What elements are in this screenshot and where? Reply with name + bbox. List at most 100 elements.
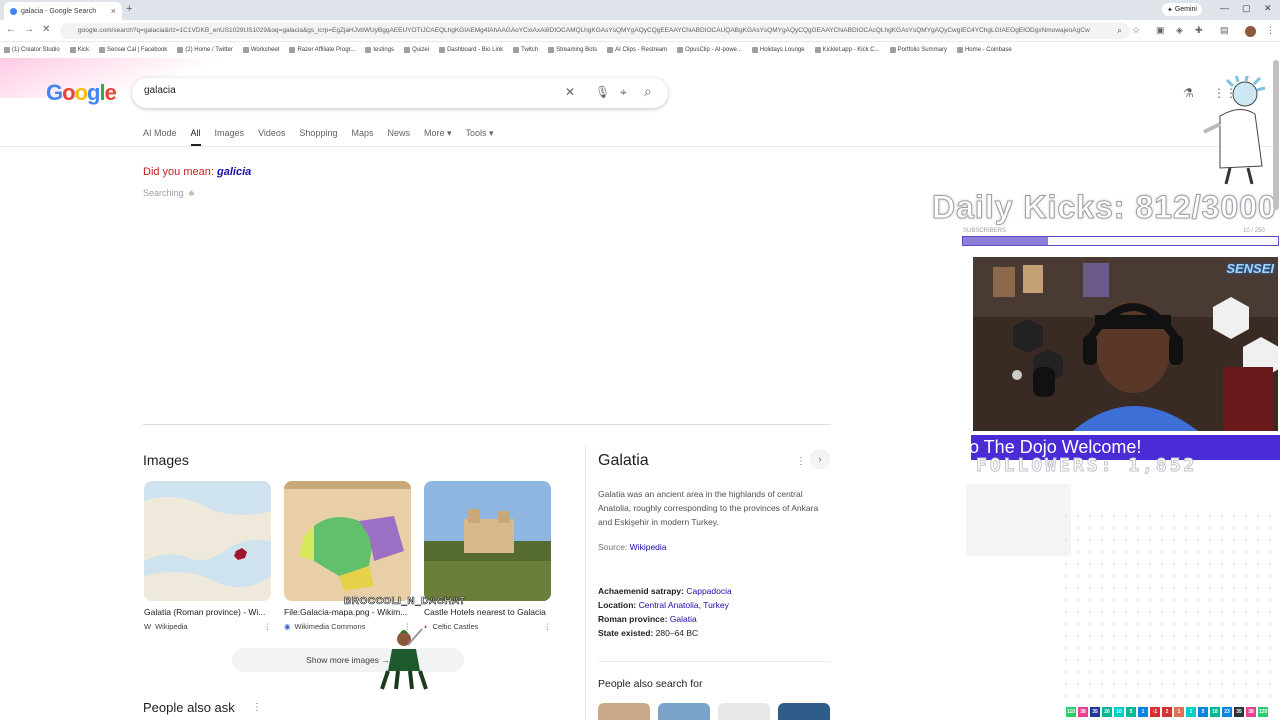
tab-maps[interactable]: Maps: [351, 128, 373, 146]
chat-stat-chip: 1: [1174, 707, 1184, 717]
microphone-icon[interactable]: 🎙: [595, 85, 610, 99]
fact-label: State existed:: [598, 628, 654, 638]
show-more-label: Show more images: [306, 655, 379, 665]
source-link[interactable]: Wikipedia: [630, 542, 667, 552]
bookmark-item[interactable]: Home - Coinbase: [956, 47, 1012, 53]
bookmark-item[interactable]: Razer Affiliate Progr...: [289, 47, 355, 53]
browser-tab-bar: galacia - Google Search × + ✦ Gemini — ▢…: [0, 0, 1280, 20]
menu-dots-icon[interactable]: ⋮: [1266, 25, 1275, 36]
bookmark-item[interactable]: Holidays Lounge: [751, 47, 805, 53]
search-input[interactable]: [144, 85, 544, 96]
bookmark-item[interactable]: Streaming Bots: [548, 47, 597, 53]
more-options-icon[interactable]: ⋮: [264, 622, 272, 631]
bookmark-favicon-icon: [439, 47, 446, 53]
tab-videos[interactable]: Videos: [258, 128, 285, 146]
tab-news[interactable]: News: [387, 128, 410, 146]
bookmark-item[interactable]: (2) Home / Twitter: [177, 47, 233, 53]
column-divider: [585, 446, 586, 720]
image-caption[interactable]: Castle Hotels nearest to Galacia: [424, 607, 551, 617]
bookmark-favicon-icon: [99, 47, 106, 53]
bookmark-item[interactable]: Twitch: [513, 47, 538, 53]
bookmark-item[interactable]: Quizei: [404, 47, 429, 53]
bookmark-item[interactable]: (1) Creator Studio: [4, 47, 60, 53]
related-entity-thumb[interactable]: [658, 703, 710, 720]
zoom-icon[interactable]: ⌕: [1117, 25, 1122, 36]
image-source: ◐ Celtic Castles ⋮: [424, 622, 551, 631]
image-card[interactable]: Galatia (Roman province) - Wi... W Wikipe…: [144, 481, 271, 631]
image-source: W Wikipedia ⋮: [144, 622, 271, 631]
lens-icon[interactable]: ⌖: [620, 85, 627, 100]
image-caption[interactable]: File:Galacia-mapa.png - Wikim...: [284, 607, 411, 617]
new-tab-button[interactable]: +: [126, 3, 132, 15]
stop-loading-icon[interactable]: ✕: [42, 24, 50, 35]
window-close-icon[interactable]: ✕: [1264, 3, 1272, 14]
fact-value-link[interactable]: Central Anatolia, Turkey: [639, 600, 729, 610]
chat-stat-chip: 18: [1210, 707, 1220, 717]
bookmark-item[interactable]: Portfolio Summary: [889, 47, 947, 53]
bookmark-item[interactable]: Kick: [69, 47, 89, 53]
fact-label: Location:: [598, 600, 637, 610]
bookmark-item[interactable]: Worksheet: [242, 47, 279, 53]
tab-all[interactable]: All: [190, 128, 201, 146]
google-logo[interactable]: Google: [46, 80, 117, 106]
searching-sticker-icon: ♣: [186, 188, 195, 198]
profile-avatar[interactable]: [1245, 26, 1256, 37]
browser-tab[interactable]: galacia - Google Search ×: [4, 2, 122, 20]
bookmark-item[interactable]: testings: [365, 47, 394, 53]
related-entity-thumb[interactable]: [598, 703, 650, 720]
bookmark-favicon-icon: [4, 47, 10, 53]
puzzle-extensions-icon[interactable]: ✚: [1195, 25, 1203, 36]
bookmark-item[interactable]: AI Clips - Restream: [607, 47, 667, 53]
more-options-icon[interactable]: ⋮: [796, 456, 806, 467]
tab-more[interactable]: More ▾: [424, 128, 452, 146]
did-you-mean-link[interactable]: galicia: [217, 166, 251, 178]
bookmark-item[interactable]: OpusClip - AI-powe...: [677, 47, 742, 53]
tab-ai-mode[interactable]: AI Mode: [143, 128, 177, 146]
bookmark-favicon-icon: [814, 47, 821, 53]
back-icon[interactable]: ←: [6, 24, 16, 35]
related-entity-thumb[interactable]: [778, 703, 830, 720]
forward-icon[interactable]: →: [24, 24, 34, 35]
bookmark-item[interactable]: Kicklet.app - Kick C...: [814, 47, 880, 53]
bookmark-favicon-icon: [365, 47, 372, 53]
fact-value-link[interactable]: Galatia: [670, 614, 697, 624]
bookmark-item[interactable]: Dashboard - Bio Link: [439, 47, 503, 53]
image-card[interactable]: File:Galacia-mapa.png - Wikim... ◉ Wikime…: [284, 481, 411, 631]
tab-images[interactable]: Images: [215, 128, 245, 146]
bookmark-label: OpusClip - AI-powe...: [685, 47, 742, 53]
maximize-icon[interactable]: ▢: [1242, 3, 1251, 14]
fact-row: Roman province: Galatia: [598, 614, 697, 624]
bookmark-star-icon[interactable]: ☆: [1132, 25, 1140, 36]
page-scrollbar[interactable]: [1273, 60, 1279, 210]
tab-tools[interactable]: Tools ▾: [466, 128, 494, 146]
labs-flask-icon[interactable]: ⚗: [1183, 86, 1194, 100]
tab-close-icon[interactable]: ×: [111, 6, 116, 16]
address-bar[interactable]: google.com/search?q=galacia&rlz=1C1VDKB_…: [60, 23, 1130, 39]
more-options-icon[interactable]: ⋮: [252, 702, 262, 713]
bookmark-label: Dashboard - Bio Link: [447, 47, 504, 53]
more-options-icon[interactable]: ⋮: [544, 622, 552, 631]
bookmark-favicon-icon: [404, 47, 411, 53]
shield-extension-icon[interactable]: ◈: [1176, 25, 1183, 36]
bookmark-item[interactable]: Sensei Cal | Facebook: [99, 47, 167, 53]
roman-province-map-image[interactable]: [144, 481, 271, 601]
chevron-right-icon[interactable]: ›: [810, 449, 830, 469]
extension-icon[interactable]: ▣: [1156, 25, 1165, 36]
gemini-button[interactable]: ✦ Gemini: [1162, 3, 1202, 16]
clear-icon[interactable]: ✕: [565, 85, 575, 99]
bookmark-label: (1) Creator Studio: [12, 47, 60, 53]
related-entity-thumb[interactable]: [718, 703, 770, 720]
subscribers-label: SUBSCRIBERS: [963, 228, 1007, 234]
search-icon[interactable]: ⌕: [644, 83, 652, 100]
minimize-icon[interactable]: —: [1220, 3, 1229, 13]
bookmark-label: testings: [373, 47, 395, 53]
side-panel-icon[interactable]: ▤: [1220, 25, 1229, 36]
fact-value-link[interactable]: Cappadocia: [686, 586, 731, 596]
tab-shopping[interactable]: Shopping: [299, 128, 337, 146]
bookmark-favicon-icon: [956, 47, 963, 53]
image-caption[interactable]: Galatia (Roman province) - Wi...: [144, 607, 271, 617]
galacia-map-image[interactable]: [284, 481, 411, 601]
bookmark-favicon-icon: [889, 47, 896, 53]
castle-hotel-image[interactable]: [424, 481, 551, 601]
image-card[interactable]: Castle Hotels nearest to Galacia ◐ Celtic…: [424, 481, 551, 631]
